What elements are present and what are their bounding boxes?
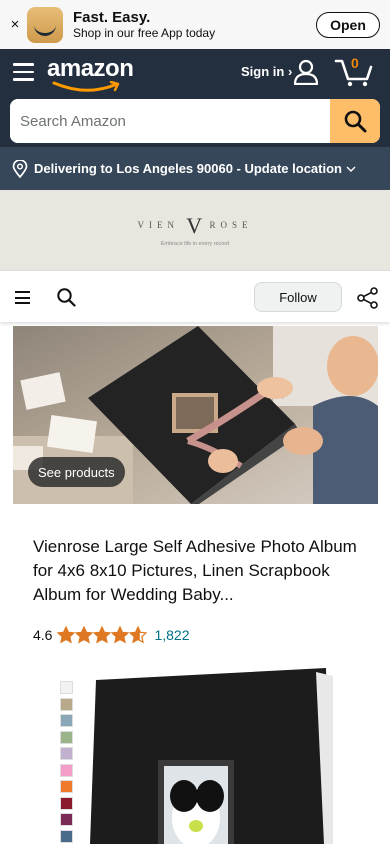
color-swatch[interactable] <box>60 813 73 826</box>
user-icon[interactable] <box>293 59 319 85</box>
follow-button[interactable]: Follow <box>254 282 342 312</box>
store-menu-icon[interactable] <box>15 291 30 308</box>
open-app-button[interactable]: Open <box>316 11 380 38</box>
review-count[interactable]: 1,822 <box>154 627 189 643</box>
search-button[interactable] <box>330 99 380 143</box>
star-icon <box>75 626 94 644</box>
color-swatch[interactable] <box>60 697 73 711</box>
site-header: amazon Sign in › 0 <box>0 49 390 147</box>
amazon-app-icon <box>27 6 63 43</box>
brand-logo: VIEN V ROSE <box>138 213 253 239</box>
share-icon[interactable] <box>357 287 379 309</box>
rating-value: 4.6 <box>33 627 53 643</box>
search-input[interactable] <box>10 99 330 143</box>
cart-count: 0 <box>351 55 359 71</box>
app-download-banner: × Fast. Easy. Shop in our free App today… <box>0 0 390 49</box>
brand-store-banner[interactable]: VIEN V ROSE Embrace life in every record <box>0 190 390 270</box>
color-swatch[interactable] <box>60 763 73 777</box>
product-rating[interactable]: 4.6 1,822 <box>33 626 190 644</box>
color-swatch[interactable] <box>60 829 73 843</box>
color-swatch[interactable] <box>60 730 73 744</box>
star-icon <box>111 626 130 644</box>
logo-text: amazon <box>47 55 134 82</box>
rating-stars <box>57 626 148 644</box>
brand-name-right: ROSE <box>209 220 253 231</box>
smile-icon <box>52 81 120 92</box>
color-swatch[interactable] <box>60 747 73 760</box>
product-title[interactable]: Vienrose Large Self Adhesive Photo Album… <box>33 535 363 607</box>
star-icon <box>57 626 76 644</box>
chevron-down-icon <box>346 166 356 172</box>
close-icon[interactable]: × <box>4 16 26 33</box>
search-icon[interactable] <box>56 287 76 307</box>
star-icon <box>129 626 148 644</box>
sign-in-link[interactable]: Sign in › <box>241 64 292 79</box>
see-products-button[interactable]: See products <box>28 457 125 487</box>
amazon-logo[interactable]: amazon <box>47 55 134 92</box>
color-swatches <box>60 681 74 846</box>
hamburger-icon[interactable] <box>13 63 34 81</box>
color-swatch[interactable] <box>60 780 73 793</box>
delivery-location-bar[interactable]: Delivering to Los Angeles 90060 - Update… <box>0 147 390 190</box>
store-toolbar: Follow <box>0 270 390 322</box>
store-hero-image[interactable]: See products <box>13 326 378 504</box>
banner-title: Fast. Easy. <box>73 8 151 26</box>
product-image[interactable] <box>88 668 333 848</box>
photo-album-product-image <box>90 668 333 848</box>
brand-name-left: VIEN <box>137 220 180 231</box>
banner-subtitle: Shop in our free App today <box>73 25 216 40</box>
color-swatch[interactable] <box>60 796 73 810</box>
search-bar <box>10 99 380 143</box>
brand-tagline: Embrace life in every record <box>160 241 230 247</box>
brand-monogram: V <box>186 213 203 238</box>
location-pin-icon <box>12 159 28 178</box>
delivery-location-text: Delivering to Los Angeles 90060 - Update… <box>34 161 342 176</box>
search-icon <box>344 110 367 133</box>
color-swatch[interactable] <box>60 681 73 694</box>
star-icon <box>93 626 112 644</box>
color-swatch[interactable] <box>60 714 73 727</box>
